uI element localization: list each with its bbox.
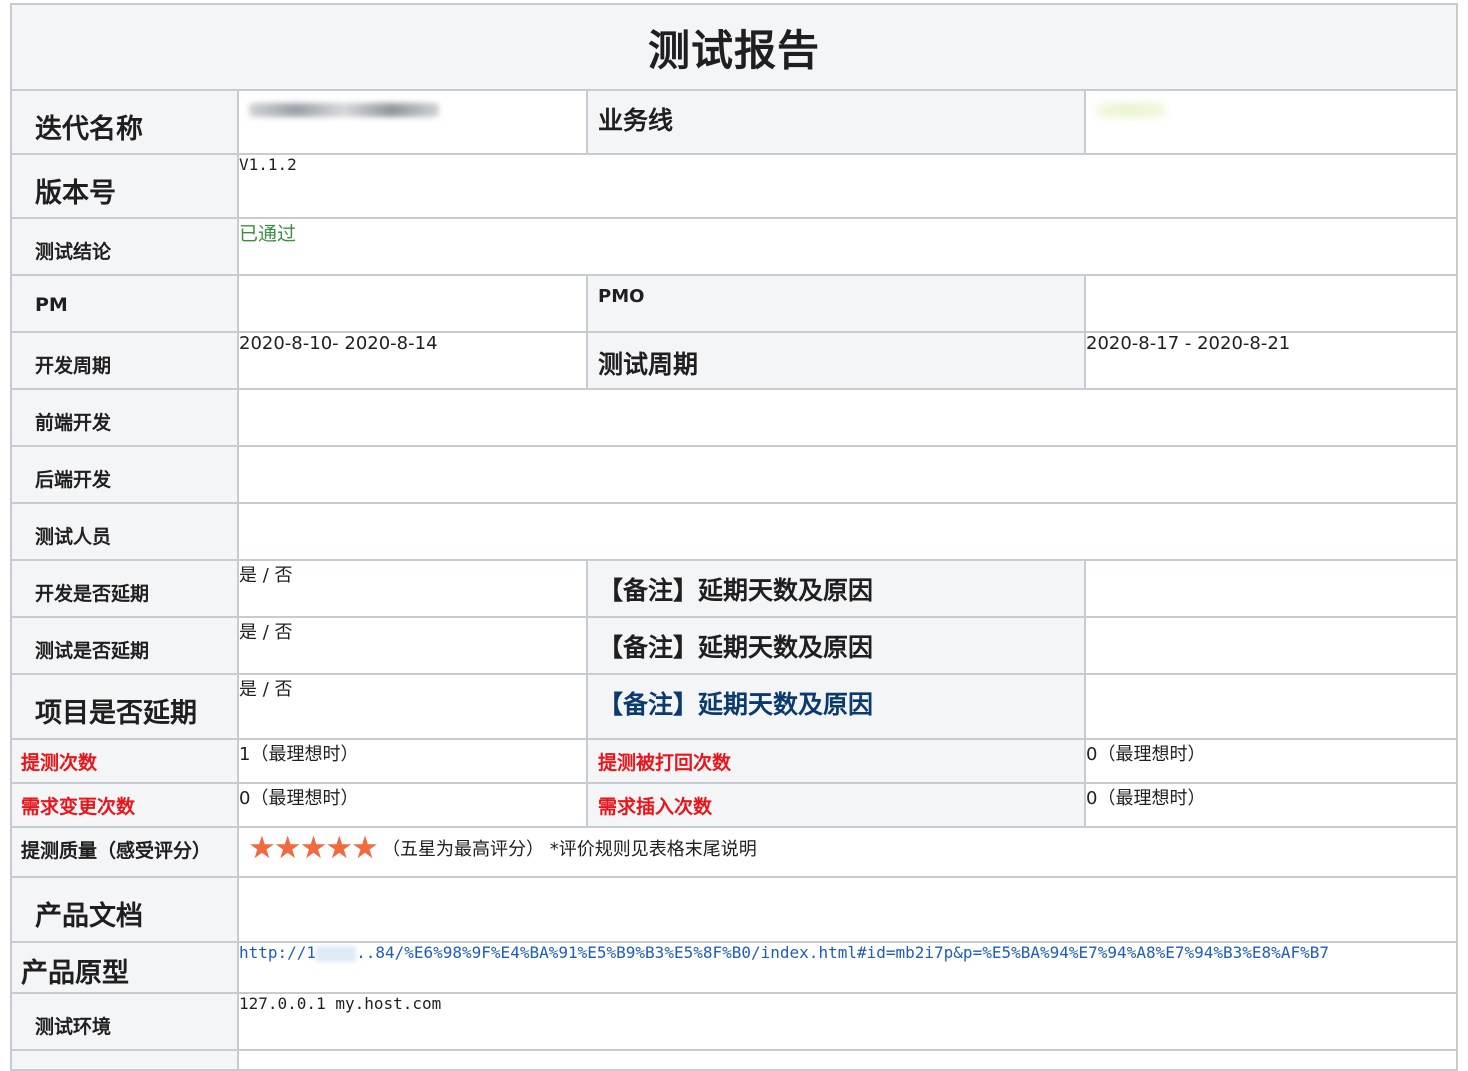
- project-delay-note-label: 【备注】延期天数及原因: [586, 673, 1086, 740]
- conclusion-value[interactable]: 已通过: [236, 217, 1459, 276]
- req-insert-count-label: 需求插入次数: [586, 782, 1086, 828]
- environment-label: 测试环境: [10, 992, 239, 1051]
- req-insert-count-value[interactable]: 0（最理想时）: [1083, 782, 1459, 828]
- product-doc-label: 产品文档: [10, 876, 239, 943]
- backend-dev-value[interactable]: [236, 445, 1459, 504]
- test-period-value[interactable]: 2020-8-17 - 2020-8-21: [1083, 331, 1459, 390]
- prototype-link-suffix[interactable]: ..84/%E6%98%9F%E4%BA%91%E5%B9%B3%E5%8F%B…: [356, 944, 1329, 962]
- quality-value[interactable]: ★★★★★ （五星为最高评分） *评价规则见表格末尾说明: [236, 826, 1459, 878]
- project-delay-label: 项目是否延期: [10, 673, 239, 740]
- redacted-link-host: [316, 945, 357, 962]
- next-row-label: [10, 1049, 239, 1071]
- prototype-label: 产品原型: [10, 941, 239, 994]
- req-change-count-label: 需求变更次数: [10, 782, 239, 828]
- redacted-business-line: [1096, 101, 1166, 118]
- testers-label: 测试人员: [10, 502, 239, 561]
- test-delay-note-label: 【备注】延期天数及原因: [586, 616, 1086, 675]
- rejected-count-value[interactable]: 0（最理想时）: [1083, 738, 1459, 784]
- business-line-value[interactable]: [1083, 89, 1459, 155]
- product-doc-value[interactable]: [236, 876, 1459, 943]
- report-title: 测试报告: [9, 3, 1459, 91]
- conclusion-label: 测试结论: [10, 217, 239, 276]
- dev-period-label: 开发周期: [10, 331, 239, 390]
- test-delay-label: 测试是否延期: [10, 616, 239, 675]
- dev-period-value[interactable]: 2020-8-10- 2020-8-14: [237, 331, 588, 390]
- quality-label: 提测质量（感受评分）: [10, 826, 239, 878]
- pmo-label: PMO: [586, 274, 1086, 333]
- dev-delay-value[interactable]: 是 / 否: [237, 559, 588, 618]
- iteration-value[interactable]: [237, 89, 588, 155]
- test-delay-value[interactable]: 是 / 否: [237, 616, 588, 675]
- req-change-count-value[interactable]: 0（最理想时）: [237, 782, 588, 828]
- project-delay-value[interactable]: 是 / 否: [237, 673, 588, 740]
- test-delay-note-value[interactable]: [1083, 616, 1459, 675]
- environment-value[interactable]: 127.0.0.1 my.host.com: [236, 992, 1459, 1051]
- pm-value[interactable]: [237, 274, 588, 333]
- redacted-iteration: [249, 102, 439, 117]
- iteration-label: 迭代名称: [10, 89, 239, 155]
- next-row-value: [236, 1049, 1459, 1071]
- rating-stars-icon[interactable]: ★★★★★: [248, 830, 379, 866]
- project-delay-note-value[interactable]: [1083, 673, 1459, 740]
- frontend-dev-value[interactable]: [236, 388, 1459, 447]
- test-period-label: 测试周期: [586, 331, 1086, 390]
- backend-dev-label: 后端开发: [10, 445, 239, 504]
- submit-count-label: 提测次数: [10, 738, 239, 784]
- version-label: 版本号: [10, 153, 239, 219]
- prototype-link[interactable]: http://1 ..84/%E6%98%9F%E4%BA%91%E5%B9%B3…: [236, 941, 1459, 994]
- dev-delay-label: 开发是否延期: [10, 559, 239, 618]
- dev-delay-note-value[interactable]: [1083, 559, 1459, 618]
- testers-value[interactable]: [236, 502, 1459, 561]
- pm-label: PM: [10, 274, 239, 333]
- prototype-link-prefix[interactable]: http://1: [240, 944, 316, 962]
- pmo-value[interactable]: [1083, 274, 1459, 333]
- business-line-label: 业务线: [586, 89, 1086, 155]
- rejected-count-label: 提测被打回次数: [586, 738, 1086, 784]
- version-value[interactable]: V1.1.2: [236, 153, 1459, 219]
- submit-count-value[interactable]: 1（最理想时）: [237, 738, 588, 784]
- test-report-table: 测试报告 迭代名称 业务线 版本号 V1.1.2 测试结论 已通过 PM PMO…: [9, 3, 1459, 1071]
- dev-delay-note-label: 【备注】延期天数及原因: [586, 559, 1086, 618]
- frontend-dev-label: 前端开发: [10, 388, 239, 447]
- quality-note: （五星为最高评分） *评价规则见表格末尾说明: [382, 839, 757, 860]
